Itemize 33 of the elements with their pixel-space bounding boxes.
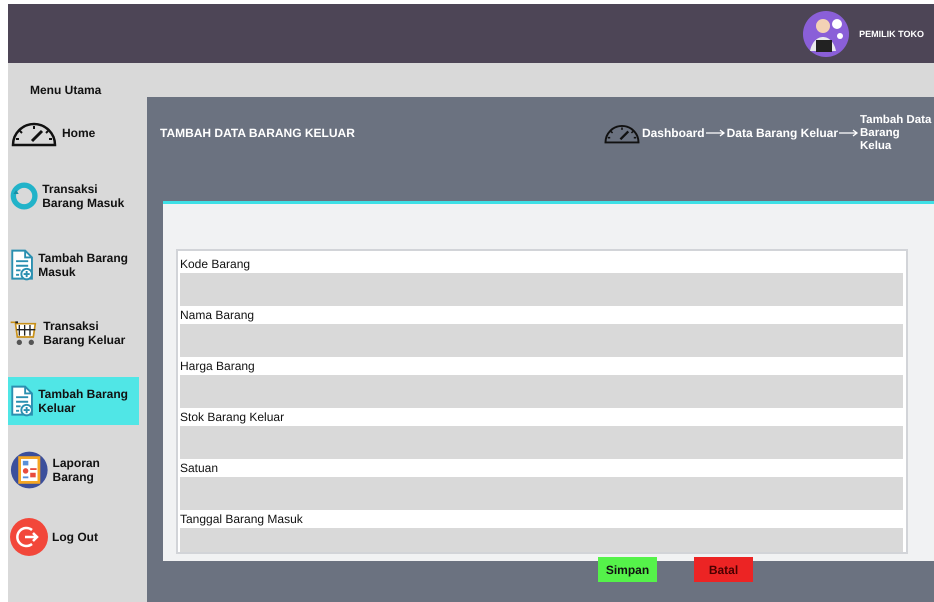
breadcrumb-link[interactable]: Data Barang Keluar <box>726 126 838 140</box>
menu-item[interactable]: Tambah Barang Keluar <box>8 377 139 425</box>
field-label: Nama Barang <box>180 307 256 324</box>
menu-item[interactable]: Transaksi Barang Keluar <box>8 310 139 356</box>
logout-icon <box>10 518 48 556</box>
cancel-button[interactable]: Batal <box>694 557 753 582</box>
menu-title: Menu Utama <box>30 83 102 97</box>
input-field[interactable] <box>180 273 903 306</box>
menu-item[interactable]: Home <box>8 115 139 151</box>
gauge-icon <box>602 122 641 144</box>
input-field[interactable] <box>180 375 903 408</box>
field-label: Kode Barang <box>180 256 252 273</box>
field-label: Stok Barang Keluar <box>180 409 286 426</box>
save-button[interactable]: Simpan <box>598 557 657 582</box>
input-field[interactable] <box>180 426 903 459</box>
arrow-icon <box>839 129 859 137</box>
arrow-icon <box>706 129 726 137</box>
user-role: PEMILIK TOKO <box>859 28 924 38</box>
input-field[interactable] <box>180 324 903 357</box>
menu-item[interactable]: Transaksi Barang Masuk <box>8 172 139 220</box>
input-field[interactable] <box>180 477 903 510</box>
field-label: Tanggal Barang Masuk <box>180 511 304 528</box>
field-label: Satuan <box>180 460 220 477</box>
menu-item[interactable]: Laporan Barang <box>8 446 139 494</box>
breadcrumb-link[interactable]: Dashboard <box>642 126 705 140</box>
menu-item[interactable]: Log Out <box>8 515 139 559</box>
menu-item[interactable]: Tambah Barang Masuk <box>8 241 139 289</box>
input-field[interactable] <box>180 528 903 552</box>
report-icon <box>10 449 49 491</box>
page-title: TAMBAH DATA BARANG KELUAR <box>160 126 355 140</box>
avatar-icon <box>803 10 850 56</box>
breadcrumb-link[interactable]: Tambah Data Barang Kelua <box>860 114 934 152</box>
field-label: Harga Barang <box>180 358 256 375</box>
